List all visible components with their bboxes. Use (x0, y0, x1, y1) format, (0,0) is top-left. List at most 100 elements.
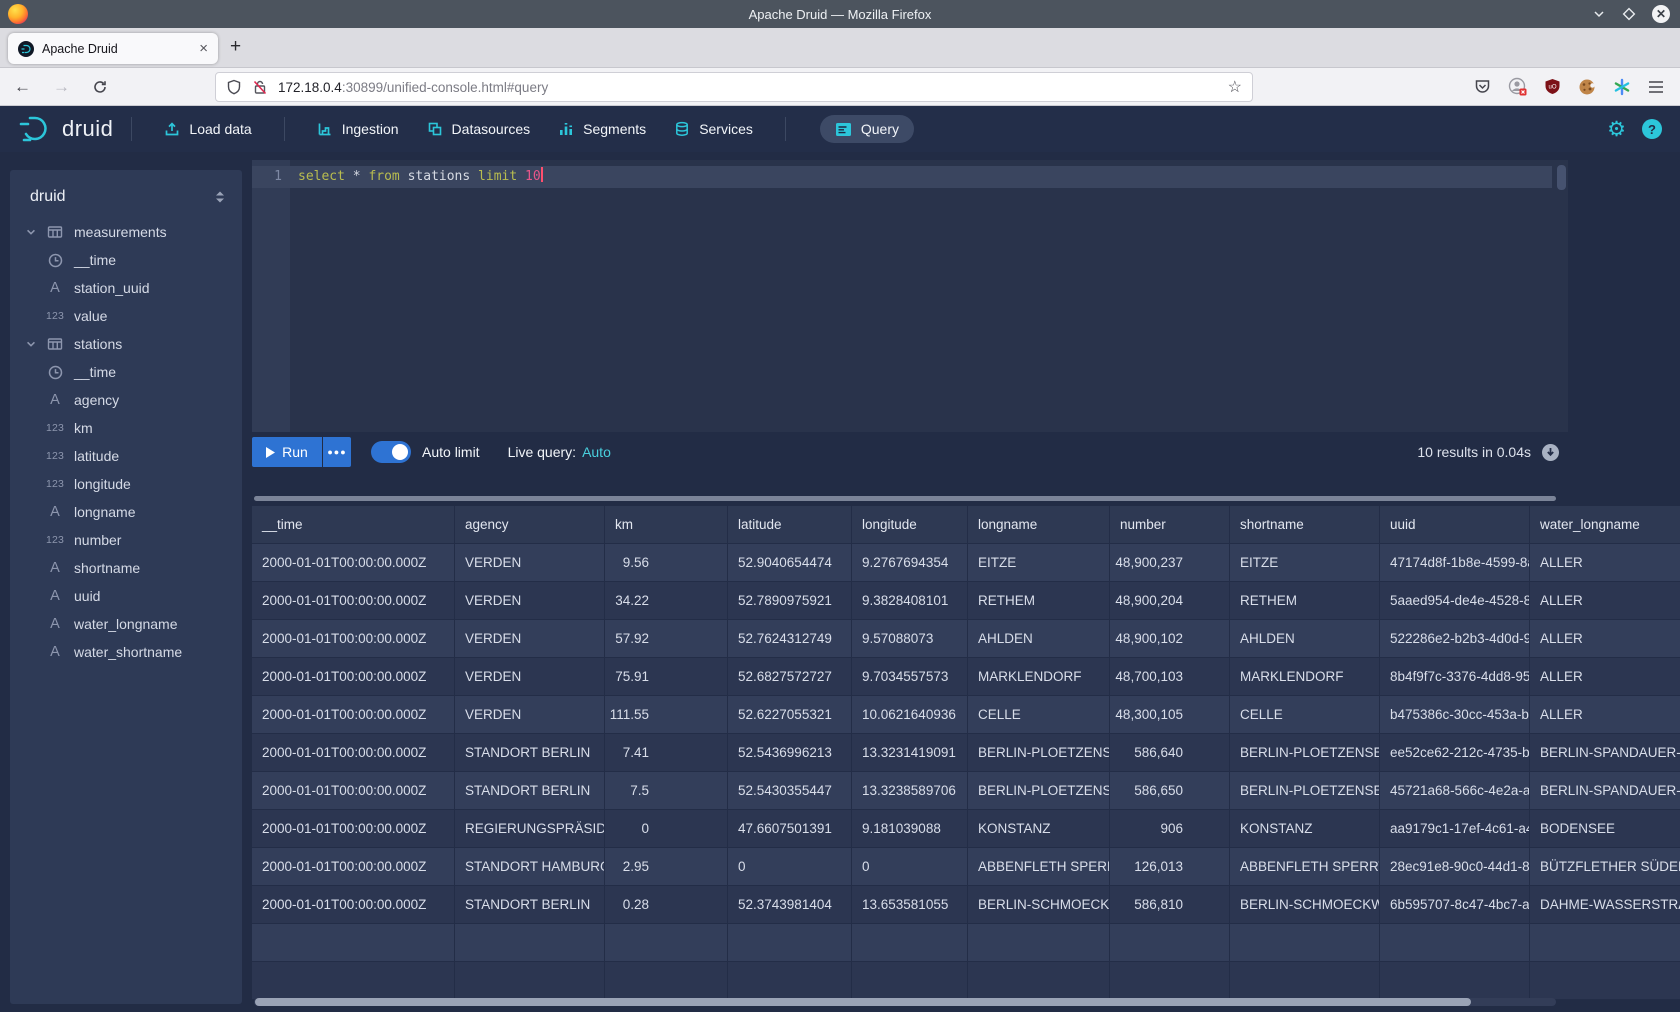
cell-km[interactable]: 57.92 (605, 620, 728, 658)
cookie-icon[interactable] (1578, 78, 1596, 96)
menu-icon[interactable] (1648, 80, 1664, 94)
cell-km[interactable]: 75.91 (605, 658, 728, 696)
cell-number[interactable]: 48,900,204 (1110, 582, 1230, 620)
cell-water_longname[interactable]: BÜTZFLETHER SÜDERE (1530, 848, 1680, 886)
sidebar-item-number[interactable]: 123number (10, 526, 242, 554)
cell-longname[interactable]: KONSTANZ (968, 810, 1110, 848)
extension-asterisk-icon[interactable] (1613, 78, 1631, 96)
column-header-uuid[interactable]: uuid (1380, 506, 1530, 544)
sidebar-item-__time[interactable]: __time (10, 358, 242, 386)
chevron-down-icon[interactable] (22, 226, 40, 238)
column-header-longitude[interactable]: longitude (852, 506, 968, 544)
cell-agency[interactable]: VERDEN (455, 696, 605, 734)
cell-longitude[interactable]: 9.181039088 (852, 810, 968, 848)
sidebar-item-latitude[interactable]: 123latitude (10, 442, 242, 470)
cell-agency[interactable]: REGIERUNGSPRÄSIDIUM (455, 810, 605, 848)
column-header-shortname[interactable]: shortname (1230, 506, 1380, 544)
cell-time[interactable]: 2000-01-01T00:00:00.000Z (252, 772, 455, 810)
table-row[interactable]: 2000-01-01T00:00:00.000ZVERDEN34.2252.78… (252, 582, 1680, 620)
cell-longitude[interactable]: 0 (852, 848, 968, 886)
cell-agency[interactable]: STANDORT BERLIN (455, 772, 605, 810)
editor-scrollbar-thumb[interactable] (1557, 165, 1566, 190)
cell-number[interactable]: 48,900,237 (1110, 544, 1230, 582)
cell-time[interactable]: 2000-01-01T00:00:00.000Z (252, 734, 455, 772)
cell-longitude[interactable]: 9.57088073 (852, 620, 968, 658)
cell-longitude[interactable]: 9.7034557573 (852, 658, 968, 696)
cell-number[interactable]: 48,900,102 (1110, 620, 1230, 658)
more-options-button[interactable]: ●●● (323, 437, 351, 467)
settings-gear-icon[interactable]: ⚙ (1607, 119, 1626, 140)
sidebar-item-uuid[interactable]: Auuid (10, 582, 242, 610)
cell-longname[interactable]: AHLDEN (968, 620, 1110, 658)
nav-segments[interactable]: Segments (558, 121, 646, 137)
sidebar-item-longitude[interactable]: 123longitude (10, 470, 242, 498)
cell-longitude[interactable]: 13.3231419091 (852, 734, 968, 772)
table-row[interactable]: 2000-01-01T00:00:00.000ZVERDEN9.5652.904… (252, 544, 1680, 582)
cell-shortname[interactable]: AHLDEN (1230, 620, 1380, 658)
cell-longitude[interactable]: 13.3238589706 (852, 772, 968, 810)
cell-number[interactable]: 48,700,103 (1110, 658, 1230, 696)
cell-latitude[interactable]: 52.7624312749 (728, 620, 852, 658)
cell-longname[interactable]: ABBENFLETH SPERRWEI (968, 848, 1110, 886)
nav-load-data[interactable]: Load data (164, 121, 251, 137)
sidebar-item-measurements[interactable]: measurements (10, 218, 242, 246)
cell-latitude[interactable]: 52.6227055321 (728, 696, 852, 734)
cell-agency[interactable]: VERDEN (455, 582, 605, 620)
cell-number[interactable]: 586,640 (1110, 734, 1230, 772)
cell-time[interactable]: 2000-01-01T00:00:00.000Z (252, 544, 455, 582)
druid-logo[interactable]: druid (16, 114, 113, 144)
cell-uuid[interactable]: 45721a68-566c-4e2a-a6 (1380, 772, 1530, 810)
cell-longname[interactable]: BERLIN-SCHMOECKWITZ (968, 886, 1110, 924)
ublock-icon[interactable]: uO (1544, 78, 1561, 95)
column-header-longname[interactable]: longname (968, 506, 1110, 544)
cell-uuid[interactable]: 28ec91e8-90c0-44d1-8fc (1380, 848, 1530, 886)
auto-limit-toggle[interactable] (371, 441, 411, 463)
panel-resize-handle[interactable] (254, 496, 1556, 501)
table-row[interactable]: 2000-01-01T00:00:00.000ZSTANDORT BERLIN7… (252, 734, 1680, 772)
sidebar-item-value[interactable]: 123value (10, 302, 242, 330)
cell-water_longname[interactable]: DAHME-WASSERSTRAS (1530, 886, 1680, 924)
shield-icon[interactable] (226, 79, 242, 96)
window-minimize-icon[interactable] (1592, 7, 1606, 21)
sidebar-item-km[interactable]: 123km (10, 414, 242, 442)
cell-agency[interactable]: STANDORT BERLIN (455, 734, 605, 772)
cell-shortname[interactable]: BERLIN-PLOETZENSEE U (1230, 772, 1380, 810)
url-bar[interactable]: 172.18.0.4:30899/unified-console.html#qu… (215, 72, 1253, 102)
cell-uuid[interactable]: aa9179c1-17ef-4c61-a48 (1380, 810, 1530, 848)
cell-number[interactable]: 48,300,105 (1110, 696, 1230, 734)
sidebar-item-__time[interactable]: __time (10, 246, 242, 274)
forward-icon[interactable]: → (53, 78, 70, 95)
cell-uuid[interactable]: ee52ce62-212c-4735-b4 (1380, 734, 1530, 772)
cell-longitude[interactable]: 13.653581055 (852, 886, 968, 924)
cell-uuid[interactable]: 5aaed954-de4e-4528-8f (1380, 582, 1530, 620)
new-tab-button[interactable]: + (230, 36, 241, 58)
cell-water_longname[interactable]: ALLER (1530, 544, 1680, 582)
cell-km[interactable]: 111.55 (605, 696, 728, 734)
cell-uuid[interactable]: 6b595707-8c47-4bc7-a8 (1380, 886, 1530, 924)
cell-km[interactable]: 0.28 (605, 886, 728, 924)
nav-query[interactable]: Query (820, 115, 914, 143)
cell-agency[interactable]: STANDORT HAMBURG (455, 848, 605, 886)
table-row[interactable]: 2000-01-01T00:00:00.000ZVERDEN111.5552.6… (252, 696, 1680, 734)
url-text[interactable]: 172.18.0.4:30899/unified-console.html#qu… (278, 80, 1228, 95)
table-row[interactable]: 2000-01-01T00:00:00.000ZSTANDORT HAMBURG… (252, 848, 1680, 886)
cell-latitude[interactable]: 52.6827572727 (728, 658, 852, 696)
cell-latitude[interactable]: 52.7890975921 (728, 582, 852, 620)
cell-number[interactable]: 906 (1110, 810, 1230, 848)
sidebar-item-water_shortname[interactable]: Awater_shortname (10, 638, 242, 666)
cell-agency[interactable]: VERDEN (455, 544, 605, 582)
table-row[interactable]: 2000-01-01T00:00:00.000ZREGIERUNGSPRÄSID… (252, 810, 1680, 848)
cell-km[interactable]: 0 (605, 810, 728, 848)
cell-agency[interactable]: VERDEN (455, 658, 605, 696)
window-maximize-icon[interactable] (1622, 7, 1636, 21)
nav-services[interactable]: Services (674, 121, 753, 137)
cell-water_longname[interactable]: ALLER (1530, 620, 1680, 658)
bookmark-star-icon[interactable]: ☆ (1228, 77, 1242, 97)
cell-water_longname[interactable]: ALLER (1530, 696, 1680, 734)
cell-water_longname[interactable]: ALLER (1530, 582, 1680, 620)
cell-time[interactable]: 2000-01-01T00:00:00.000Z (252, 582, 455, 620)
nav-ingestion[interactable]: Ingestion (317, 121, 399, 137)
table-row[interactable]: 2000-01-01T00:00:00.000ZSTANDORT BERLIN7… (252, 772, 1680, 810)
horizontal-scrollbar[interactable] (254, 998, 1556, 1006)
cell-uuid[interactable]: 47174d8f-1b8e-4599-8a (1380, 544, 1530, 582)
